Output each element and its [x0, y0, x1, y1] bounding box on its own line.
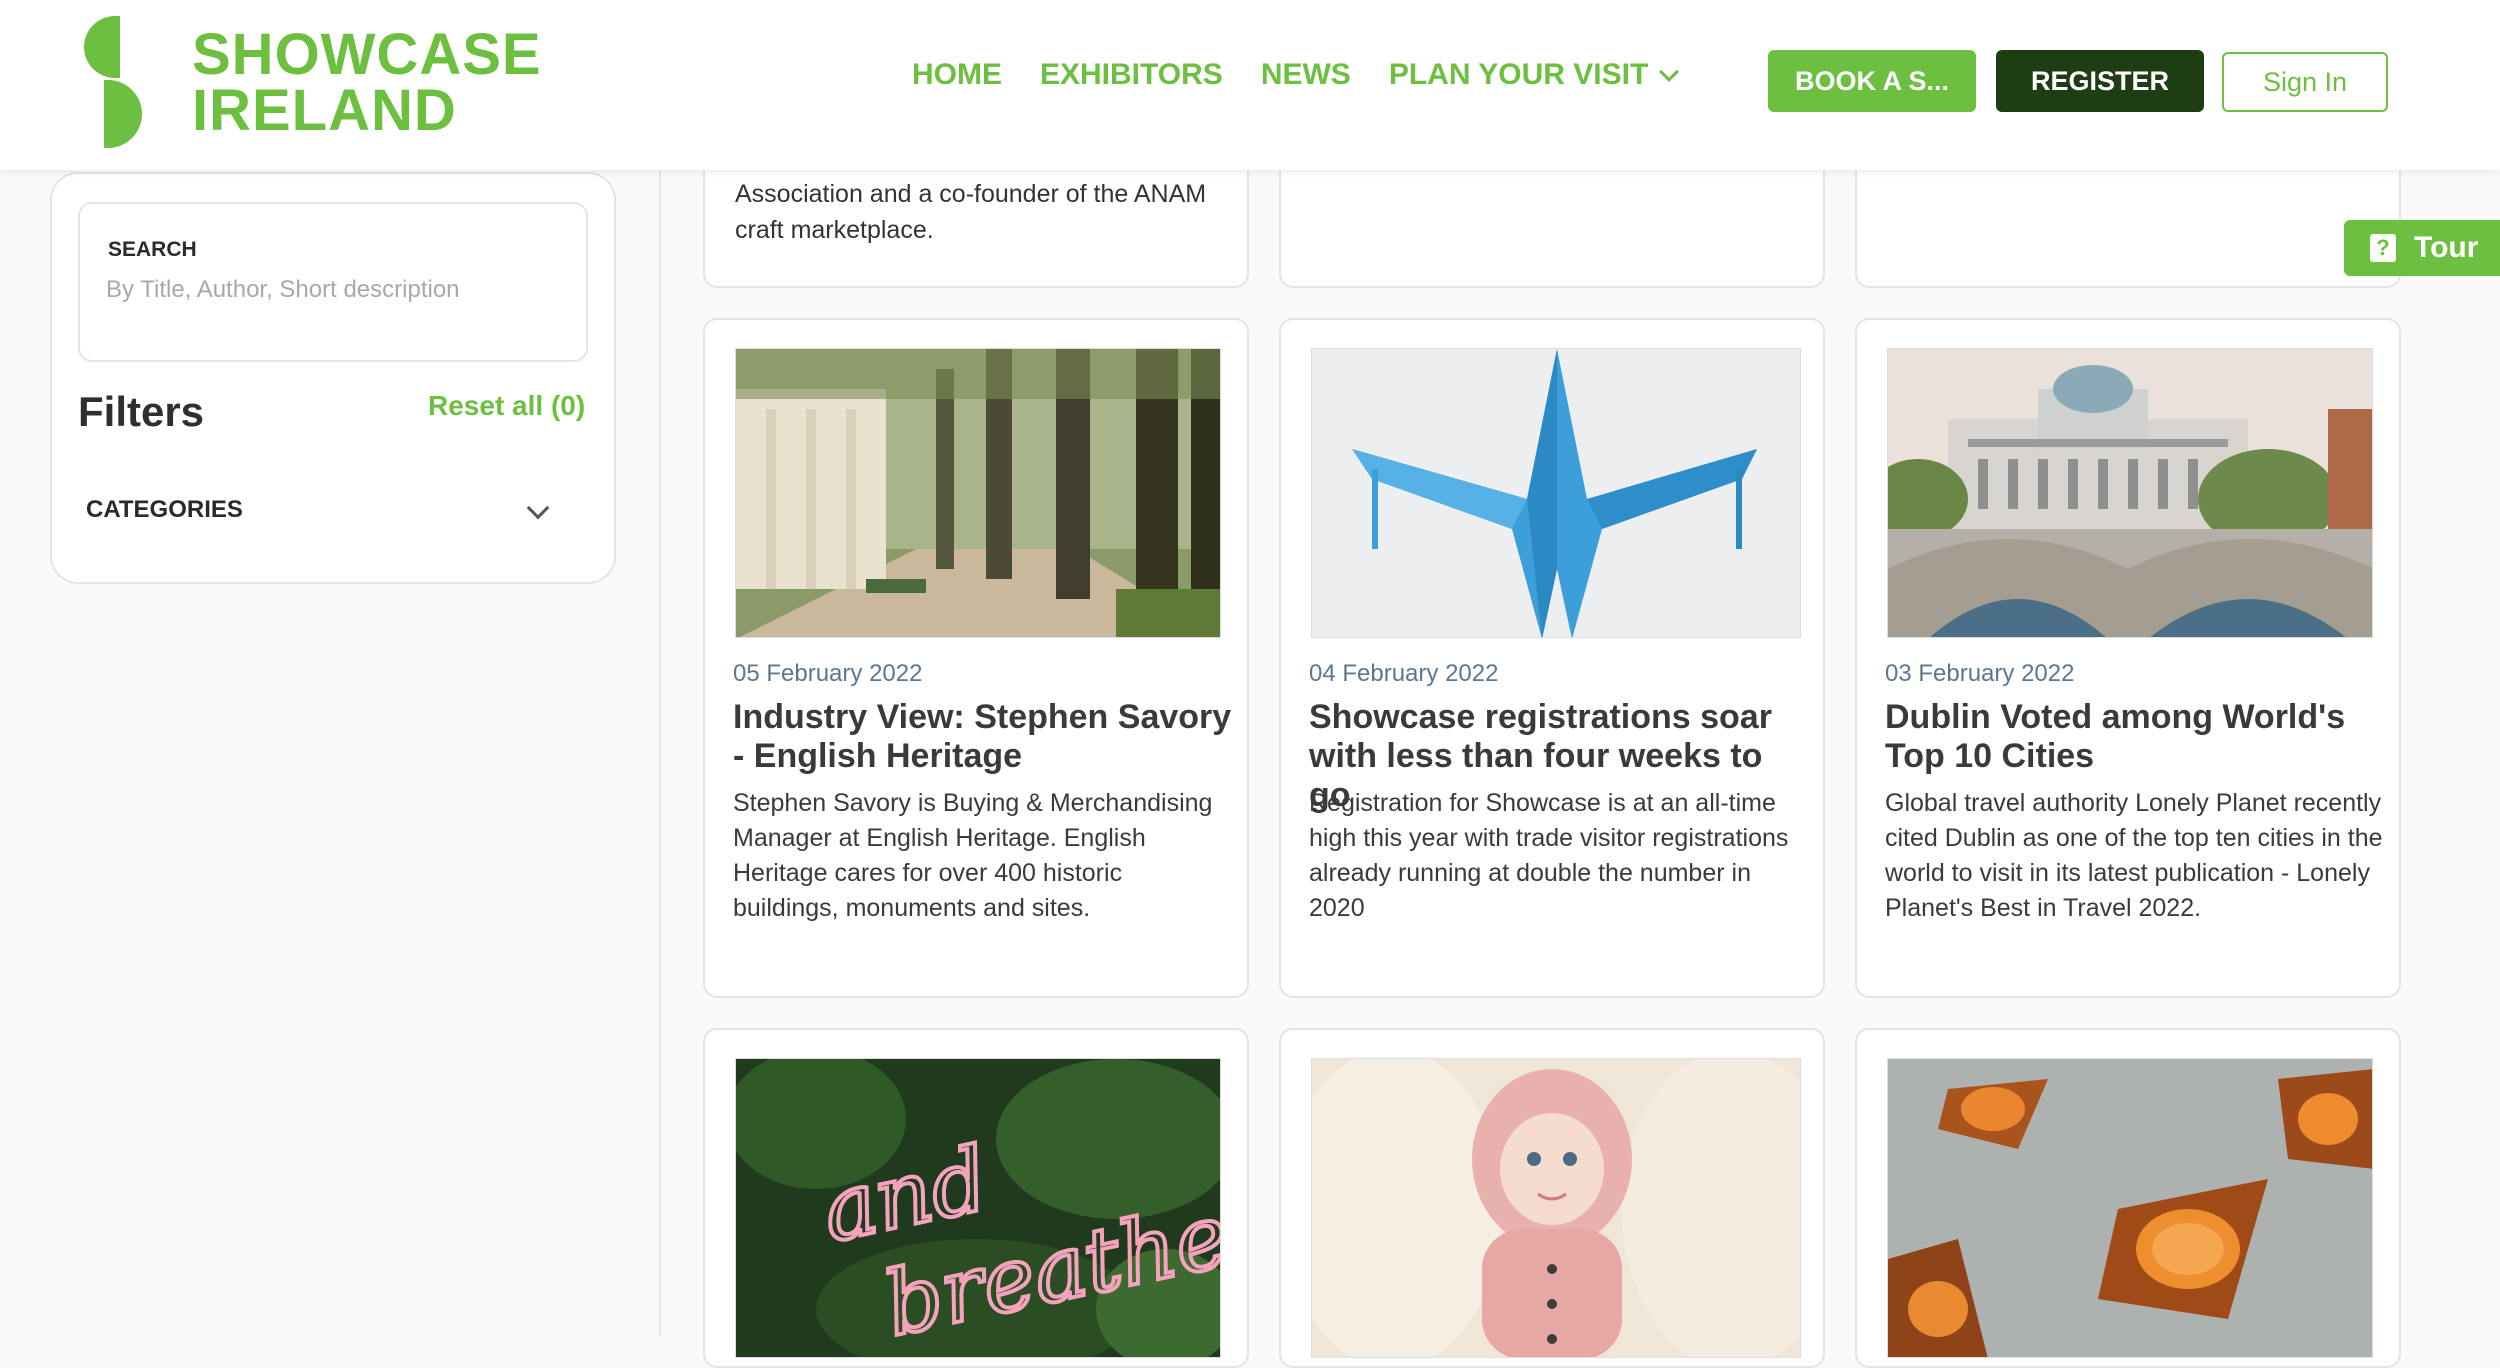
article-image-baby[interactable] [1311, 1058, 1801, 1358]
nav-exhibitors[interactable]: EXHIBITORS [1040, 58, 1223, 92]
article-card-partial[interactable]: Association and a co-founder of the ANAM… [703, 150, 1249, 288]
reset-all-link[interactable]: Reset all (0) [428, 390, 585, 422]
article-card[interactable]: 03 February 2022 Dublin Voted among Worl… [1855, 318, 2401, 998]
article-image-tree-avenue[interactable] [735, 348, 1221, 638]
logo-text: SHOWCASE IRELAND [192, 22, 542, 143]
article-card-partial[interactable] [1279, 150, 1825, 288]
nav-home-label: HOME [912, 58, 1002, 91]
article-description: Global travel authority Lonely Planet re… [1885, 789, 2383, 922]
article-image-dublin[interactable] [1887, 348, 2373, 638]
book-button[interactable]: BOOK A S... [1768, 50, 1976, 112]
article-card[interactable]: 05 February 2022 Industry View: Stephen … [703, 318, 1249, 998]
nav-exhibitors-label: EXHIBITORS [1040, 58, 1223, 91]
nav-news-label: NEWS [1260, 58, 1351, 91]
chevron-down-icon [1659, 62, 1680, 82]
register-button[interactable]: REGISTER [1996, 50, 2204, 112]
logo[interactable]: SHOWCASE IRELAND [82, 16, 542, 150]
article-image-pastries[interactable] [1887, 1058, 2373, 1358]
article-description: Association and a co-founder of the ANAM… [735, 180, 1207, 244]
sign-in-button[interactable]: Sign In [2222, 52, 2388, 112]
article-card[interactable]: 04 February 2022 Showcase registrations … [1279, 318, 1825, 998]
article-title[interactable]: Industry View: Stephen Savory - English … [733, 698, 1233, 776]
tour-label: Tour [2414, 231, 2479, 264]
article-card[interactable] [1855, 1028, 2401, 1368]
article-description: Registration for Showcase is at an all-t… [1309, 789, 1789, 922]
article-card[interactable] [1279, 1028, 1825, 1368]
tour-button[interactable]: ? Tour [2344, 220, 2500, 276]
search-label: SEARCH [108, 238, 197, 261]
article-description: Stephen Savory is Buying & Merchandising… [733, 789, 1213, 922]
nav-home[interactable]: HOME [912, 58, 1002, 92]
article-title[interactable]: Dublin Voted among World's Top 10 Cities [1885, 698, 2385, 776]
article-image-neon-sign[interactable]: and breathe [735, 1058, 1221, 1358]
main-nav: HOME EXHIBITORS NEWS PLAN YOUR VISIT [912, 58, 1714, 92]
logo-line-2: IRELAND [192, 78, 457, 143]
nav-news[interactable]: NEWS [1261, 58, 1351, 92]
article-image-blue-plane[interactable] [1311, 348, 1801, 638]
article-card-partial[interactable] [1855, 150, 2401, 288]
article-date: 05 February 2022 [733, 660, 923, 687]
site-header: SHOWCASE IRELAND HOME EXHIBITORS NEWS PL… [0, 0, 2500, 170]
filters-title: Filters [78, 388, 205, 435]
logo-mark-icon [82, 16, 144, 150]
article-date: 03 February 2022 [1885, 660, 2075, 687]
search-input[interactable] [106, 276, 556, 304]
sidebar-divider [659, 170, 661, 1336]
question-icon: ? [2370, 234, 2396, 262]
categories-toggle[interactable]: CATEGORIES [86, 496, 243, 524]
search-box: SEARCH [78, 202, 588, 362]
article-date: 04 February 2022 [1309, 660, 1499, 687]
nav-plan-your-visit[interactable]: PLAN YOUR VISIT [1388, 58, 1680, 92]
logo-line-1: SHOWCASE [192, 22, 542, 87]
nav-plan-label: PLAN YOUR VISIT [1388, 58, 1649, 91]
article-card[interactable]: and breathe [703, 1028, 1249, 1368]
